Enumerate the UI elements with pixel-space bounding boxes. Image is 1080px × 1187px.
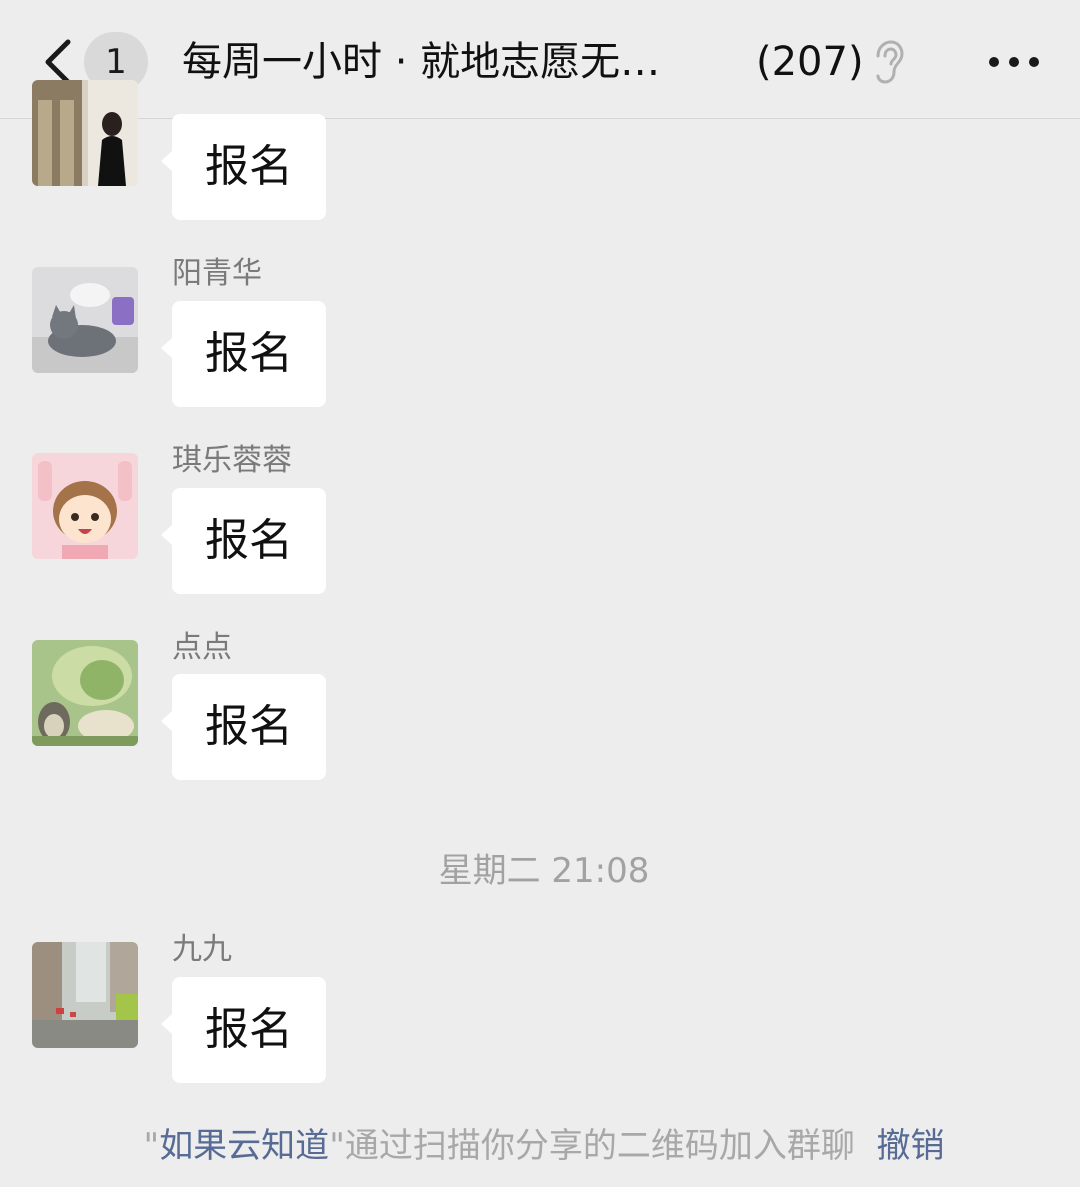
back-arrow-icon [45, 39, 71, 85]
more-options-button[interactable] [986, 44, 1042, 80]
message-text: 报名 [205, 141, 293, 192]
message-text: 报名 [205, 328, 293, 379]
avatar[interactable] [32, 453, 138, 559]
message-bubble[interactable]: 报名 [161, 114, 326, 220]
notice-text: "通过扫描你分享的二维码加入群聊 [329, 1126, 855, 1166]
back-button[interactable] [40, 38, 76, 86]
message-bubble[interactable]: 报名 [161, 674, 326, 780]
user-name-link[interactable]: 如果云知道 [159, 1126, 329, 1166]
message-text: 报名 [205, 701, 293, 752]
chat-header: 1 每周一小时 · 就地志愿无… (207) [0, 0, 1080, 119]
message-bubble[interactable]: 报名 [161, 488, 326, 594]
system-notice: "如果云知道"通过扫描你分享的二维码加入群聊 撤销 [0, 1120, 1080, 1172]
avatar[interactable] [32, 267, 138, 373]
chat-title: 每周一小时 · 就地志愿无… [182, 39, 661, 85]
more-icon [989, 57, 1039, 67]
sender-name: 九九 [172, 932, 232, 967]
quote-mark: " [143, 1126, 160, 1166]
revoke-link[interactable]: 撤销 [876, 1126, 944, 1166]
message-text: 报名 [205, 515, 293, 566]
member-count: (207) [756, 39, 864, 85]
message-text: 报名 [205, 1004, 293, 1055]
avatar[interactable] [32, 640, 138, 746]
message-bubble[interactable]: 报名 [161, 301, 326, 407]
message-timestamp: 星期二 21:08 [438, 851, 650, 891]
sender-name: 琪乐蓉蓉 [172, 443, 292, 478]
sender-name: 阳青华 [172, 256, 262, 291]
avatar[interactable] [32, 942, 138, 1048]
ear-icon [872, 40, 904, 84]
message-bubble[interactable]: 报名 [161, 977, 326, 1083]
avatar[interactable] [32, 80, 138, 186]
sender-name: 点点 [172, 630, 232, 665]
